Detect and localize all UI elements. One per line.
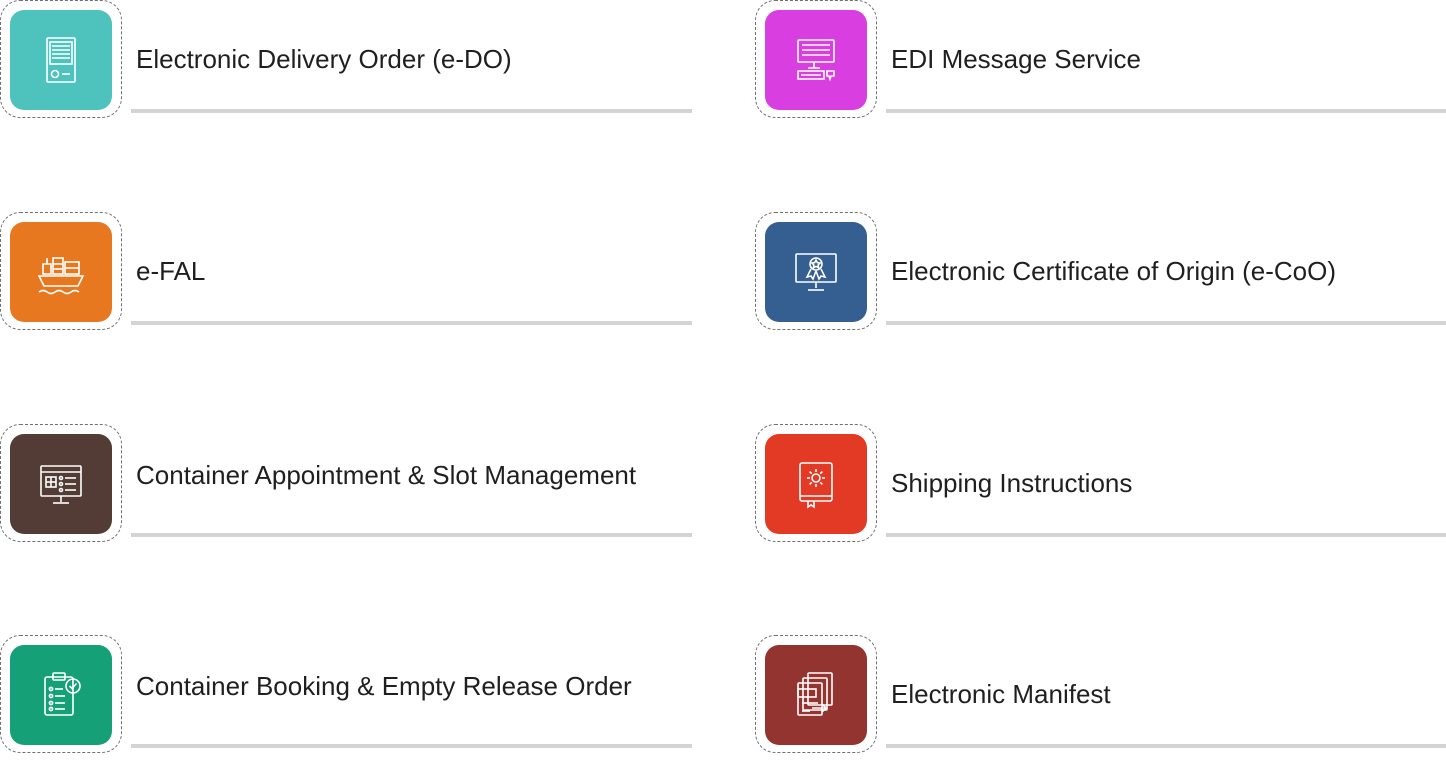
service-label: Container Appointment & Slot Management — [136, 460, 637, 490]
icon-frame — [755, 0, 877, 118]
service-label: e-FAL — [136, 256, 206, 286]
clipboard-check-icon — [44, 672, 81, 716]
service-e-fal[interactable]: e-FAL — [0, 212, 700, 342]
certificate-monitor-icon — [795, 253, 837, 291]
gear-book-icon — [799, 462, 833, 509]
icon-frame — [0, 424, 122, 542]
computer-icon — [797, 39, 835, 82]
icon-tile — [10, 10, 112, 110]
service-label: EDI Message Service — [891, 44, 1141, 74]
service-label: Shipping Instructions — [891, 468, 1133, 498]
service-e-do[interactable]: Electronic Delivery Order (e-DO) — [0, 0, 700, 130]
service-label: Electronic Certificate of Origin (e-CoO) — [891, 256, 1337, 286]
divider — [886, 321, 1446, 325]
divider — [131, 321, 692, 325]
divider — [886, 109, 1446, 113]
icon-frame — [755, 212, 877, 330]
ship-icon — [37, 257, 85, 295]
icon-frame — [0, 212, 122, 330]
divider — [131, 109, 692, 113]
service-container-booking[interactable]: Container Booking & Empty Release Order — [0, 635, 700, 765]
service-edi[interactable]: EDI Message Service — [755, 0, 1446, 130]
divider — [886, 533, 1446, 537]
service-container-appointment[interactable]: Container Appointment & Slot Management — [0, 424, 700, 554]
divider — [131, 744, 692, 748]
monitor-list-icon — [40, 465, 82, 504]
document-icon — [46, 37, 76, 83]
service-shipping-instructions[interactable]: Shipping Instructions — [755, 424, 1446, 554]
service-label: Electronic Manifest — [891, 679, 1111, 709]
icon-tile — [10, 222, 112, 322]
service-e-coo[interactable]: Electronic Certificate of Origin (e-CoO) — [755, 212, 1446, 342]
service-label: Electronic Delivery Order (e-DO) — [136, 44, 512, 74]
divider — [886, 744, 1446, 748]
icon-tile — [765, 434, 867, 534]
icon-tile — [765, 645, 867, 745]
icon-frame — [0, 0, 122, 118]
icon-frame — [0, 635, 122, 753]
manifest-icon — [797, 672, 833, 716]
icon-tile — [10, 645, 112, 745]
service-e-manifest[interactable]: Electronic Manifest — [755, 635, 1446, 765]
icon-frame — [755, 424, 877, 542]
service-label: Container Booking & Empty Release Order — [136, 671, 632, 701]
icon-tile — [10, 434, 112, 534]
icon-tile — [765, 10, 867, 110]
icon-tile — [765, 222, 867, 322]
divider — [131, 533, 692, 537]
icon-frame — [755, 635, 877, 753]
